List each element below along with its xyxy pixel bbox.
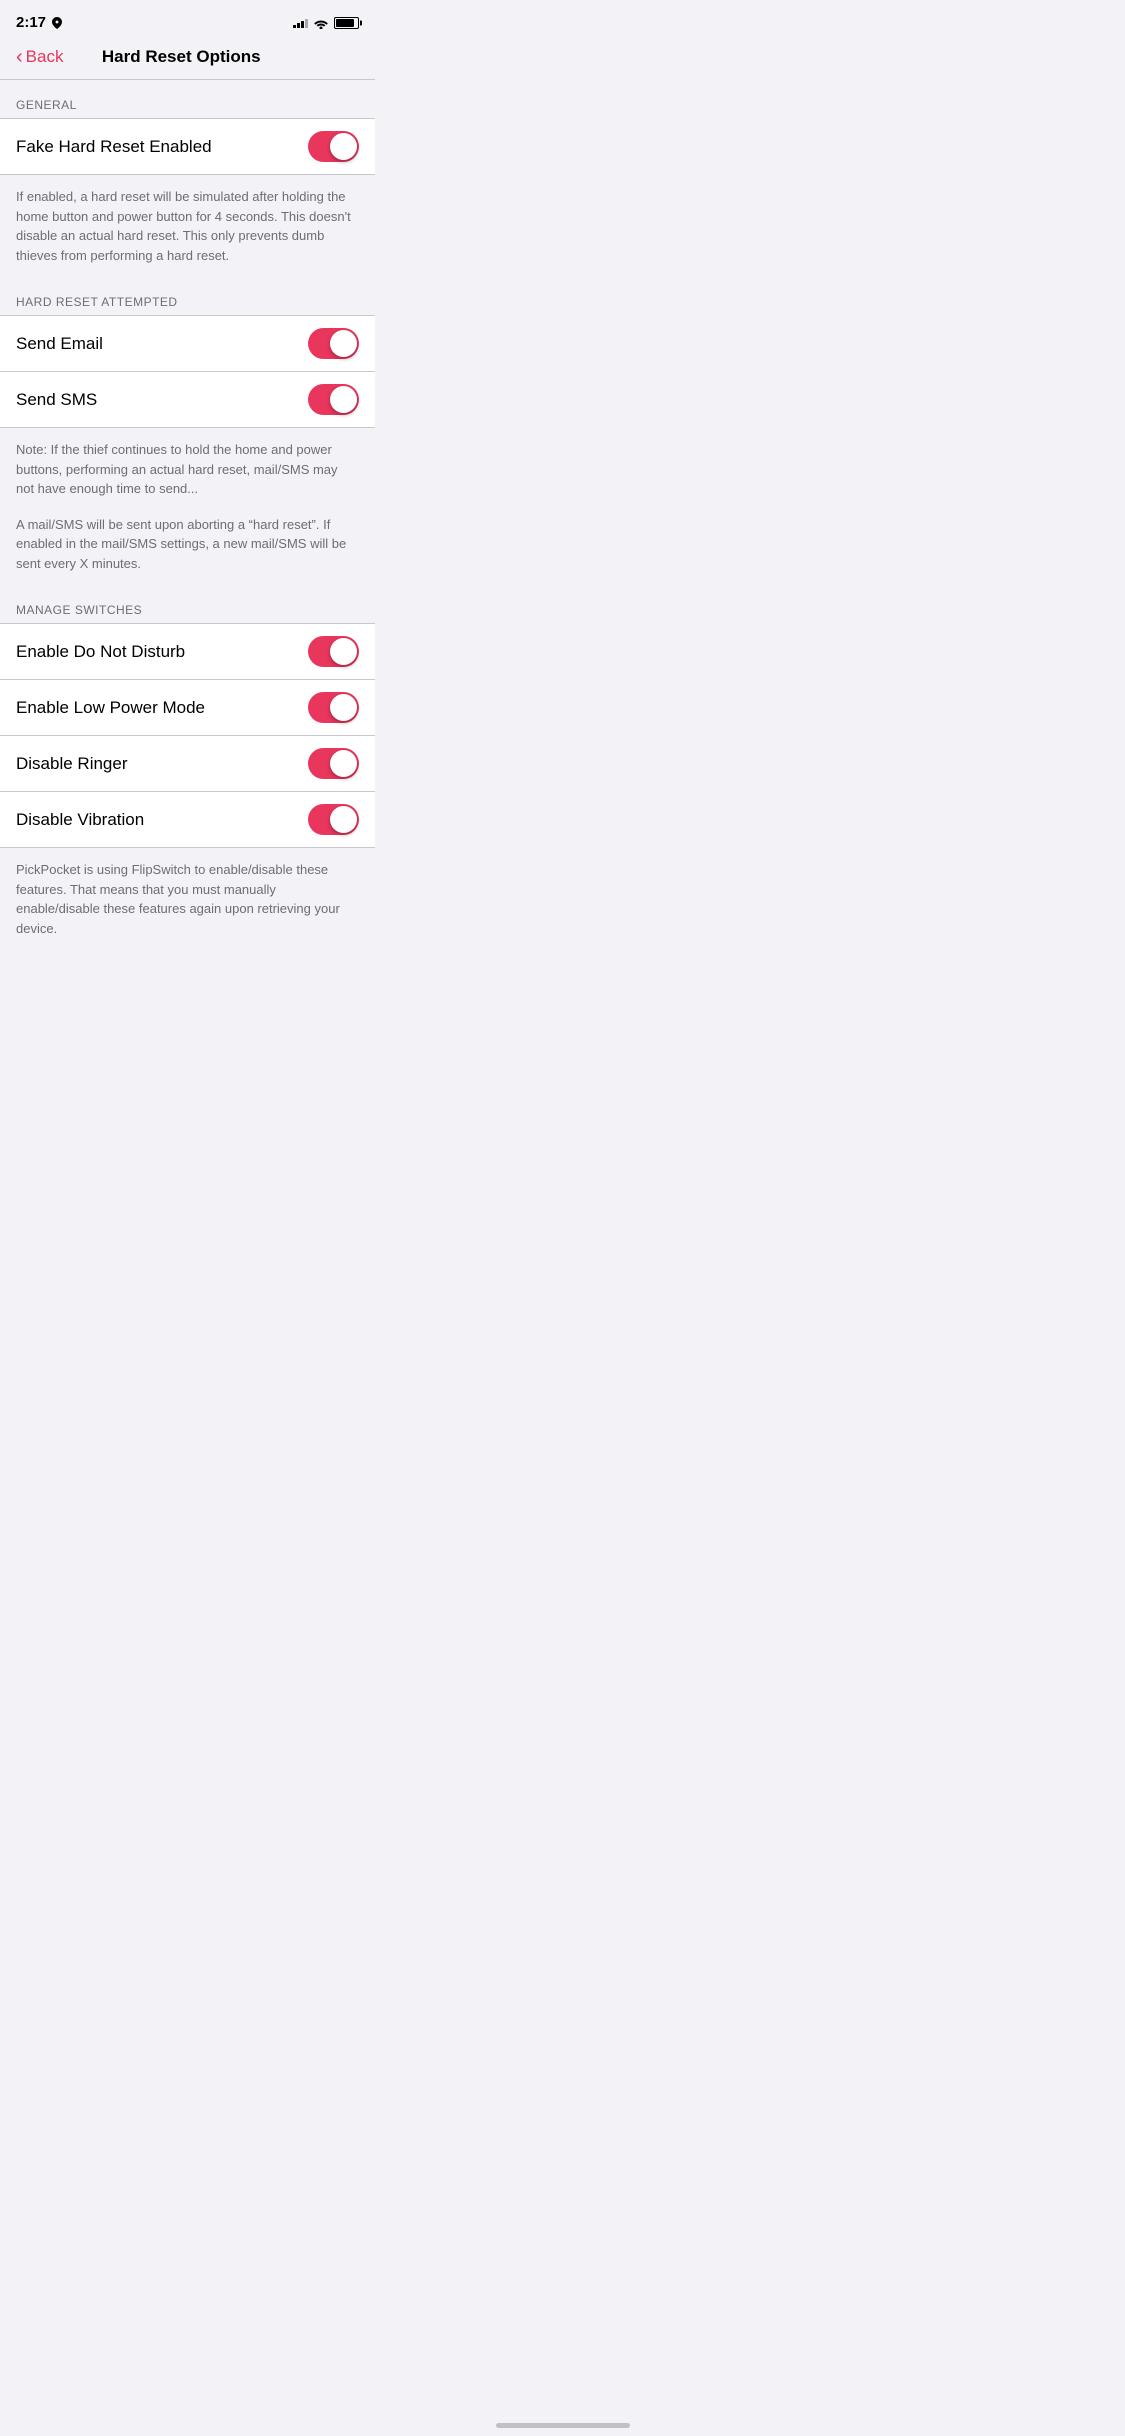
enable-dnd-toggle[interactable] (308, 636, 359, 667)
general-description: If enabled, a hard reset will be simulat… (0, 175, 375, 277)
disable-vibration-label: Disable Vibration (16, 810, 144, 830)
row-disable-ringer: Disable Ringer (0, 736, 375, 792)
wifi-icon (313, 17, 329, 29)
toggle-knob (330, 750, 357, 777)
battery-icon (334, 17, 359, 29)
toggle-knob (330, 386, 357, 413)
row-send-email: Send Email (0, 316, 375, 372)
status-time: 2:17 (16, 14, 46, 31)
send-email-label: Send Email (16, 334, 103, 354)
disable-ringer-label: Disable Ringer (16, 754, 128, 774)
disable-vibration-toggle[interactable] (308, 804, 359, 835)
signal-icon (293, 17, 308, 28)
section-header-hard-reset-attempted: HARD RESET ATTEMPTED (0, 277, 375, 315)
location-icon (52, 17, 62, 29)
fake-hard-reset-label: Fake Hard Reset Enabled (16, 137, 212, 157)
toggle-knob (330, 694, 357, 721)
settings-group-manage-switches: Enable Do Not Disturb Enable Low Power M… (0, 623, 375, 848)
page-title: Hard Reset Options (3, 47, 359, 67)
toggle-knob (330, 806, 357, 833)
fake-hard-reset-toggle[interactable] (308, 131, 359, 162)
status-icons (293, 17, 359, 29)
enable-low-power-toggle[interactable] (308, 692, 359, 723)
row-disable-vibration: Disable Vibration (0, 792, 375, 847)
row-enable-do-not-disturb: Enable Do Not Disturb (0, 624, 375, 680)
manage-switches-description: PickPocket is using FlipSwitch to enable… (0, 848, 375, 950)
settings-group-general: Fake Hard Reset Enabled (0, 118, 375, 175)
section-header-general: GENERAL (0, 80, 375, 118)
enable-dnd-label: Enable Do Not Disturb (16, 642, 185, 662)
home-indicator (496, 2423, 630, 2428)
send-sms-label: Send SMS (16, 390, 97, 410)
settings-group-hard-reset-attempted: Send Email Send SMS (0, 315, 375, 428)
row-send-sms: Send SMS (0, 372, 375, 427)
hard-reset-description2: A mail/SMS will be sent upon aborting a … (0, 511, 375, 586)
hard-reset-description1: Note: If the thief continues to hold the… (0, 428, 375, 511)
row-fake-hard-reset: Fake Hard Reset Enabled (0, 119, 375, 174)
send-sms-toggle[interactable] (308, 384, 359, 415)
settings-content: GENERAL Fake Hard Reset Enabled If enabl… (0, 80, 375, 950)
toggle-knob (330, 330, 357, 357)
send-email-toggle[interactable] (308, 328, 359, 359)
nav-bar: ‹ Back Hard Reset Options (0, 39, 375, 80)
enable-low-power-label: Enable Low Power Mode (16, 698, 205, 718)
row-enable-low-power-mode: Enable Low Power Mode (0, 680, 375, 736)
toggle-knob (330, 638, 357, 665)
disable-ringer-toggle[interactable] (308, 748, 359, 779)
section-header-manage-switches: MANAGE SWITCHES (0, 585, 375, 623)
status-bar: 2:17 (0, 0, 375, 39)
toggle-knob (330, 133, 357, 160)
